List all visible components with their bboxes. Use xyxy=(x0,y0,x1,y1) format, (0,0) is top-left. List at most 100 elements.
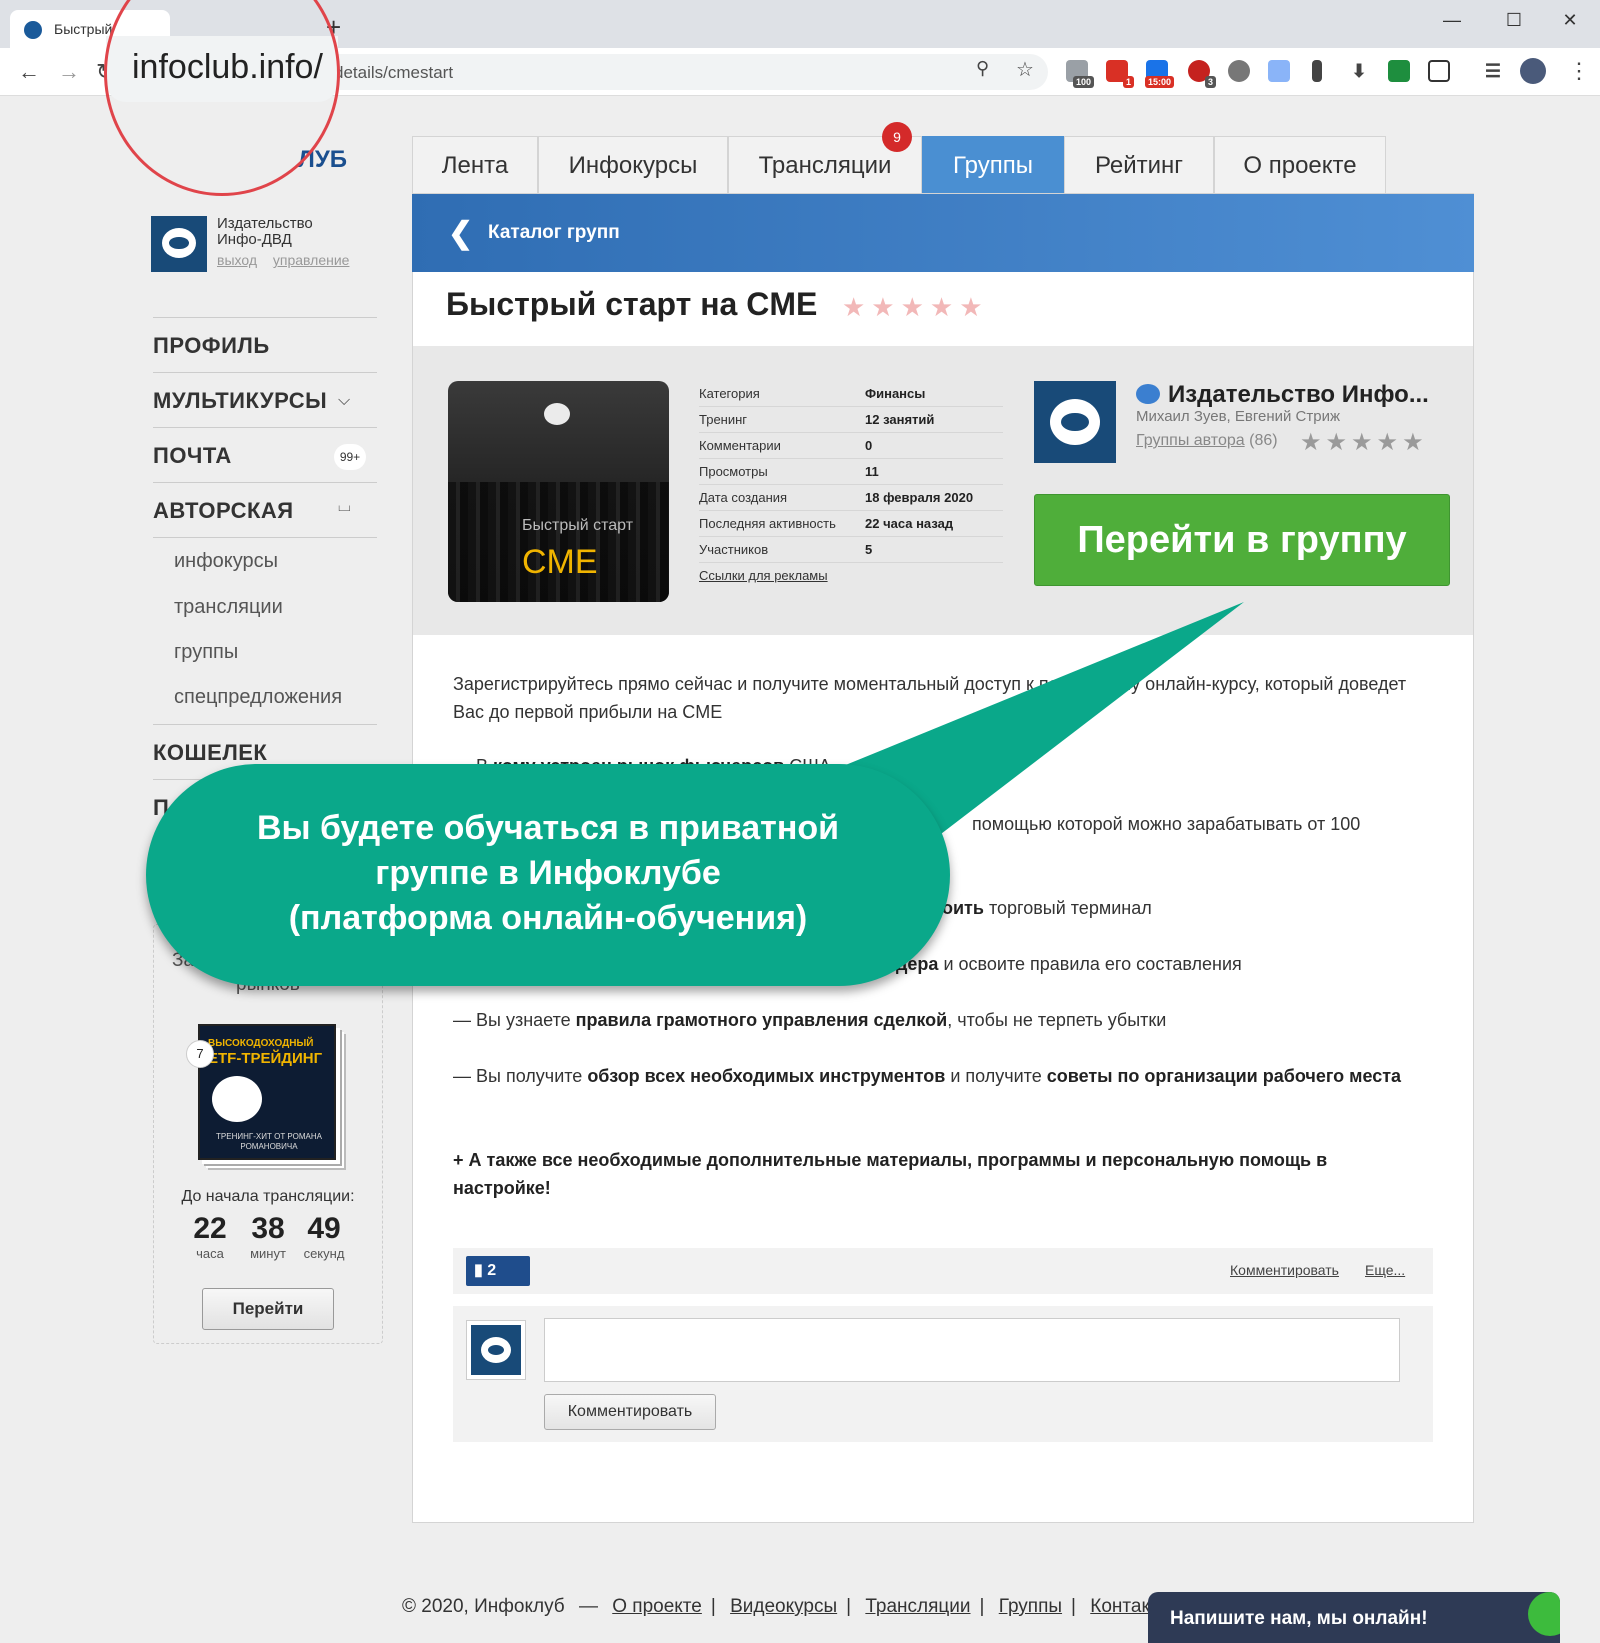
tab-rating[interactable]: Рейтинг xyxy=(1064,136,1214,194)
go-to-group-button[interactable]: Перейти в группу xyxy=(1034,494,1450,586)
back-chevron-icon[interactable]: ❮ xyxy=(448,216,473,251)
calendar-icon[interactable]: 15:00 xyxy=(1144,60,1174,88)
mail-count-badge: 99+ xyxy=(334,444,366,470)
list-item: помощью которой можно зарабатывать от 10… xyxy=(972,814,1361,834)
account-name: Издательство Инфо-ДВД xyxy=(217,215,313,248)
author-people: Михаил Зуев, Евгений Стриж xyxy=(1136,408,1341,425)
tab-infocourses[interactable]: Инфокурсы xyxy=(538,136,728,194)
profile-avatar[interactable] xyxy=(1520,58,1546,84)
address-url: details/cmestart xyxy=(334,63,454,82)
info-key: Категория xyxy=(699,386,760,401)
comment-submit-button[interactable]: Комментировать xyxy=(544,1394,716,1430)
more-link[interactable]: Еще... xyxy=(1365,1262,1405,1278)
stats-badge[interactable]: ▮ 2 xyxy=(466,1256,530,1286)
comment-input[interactable] xyxy=(544,1318,1400,1382)
catalog-link[interactable]: Каталог групп xyxy=(488,222,620,244)
account-avatar[interactable] xyxy=(151,216,207,272)
minimize-icon[interactable]: — xyxy=(1430,6,1474,34)
info-key: Последняя активность xyxy=(699,516,836,531)
list-item: — Вы узнаете правила грамотного управлен… xyxy=(453,1006,1419,1034)
forward-icon[interactable]: → xyxy=(58,58,80,86)
playlist-icon[interactable]: ☰ xyxy=(1482,60,1504,82)
promo-cover-line1: ВЫСОКОДОХОДНЫЙ xyxy=(208,1038,314,1049)
key-icon[interactable] xyxy=(1312,60,1322,82)
sidebar-sub-infocourses[interactable]: инфокурсы xyxy=(174,550,278,573)
footer-link-videocourses[interactable]: Видеокурсы xyxy=(730,1596,837,1617)
back-icon[interactable]: ← xyxy=(18,58,40,86)
author-name[interactable]: Издательство Инфо... xyxy=(1168,381,1488,409)
chat-widget[interactable]: Напишите нам, мы онлайн! xyxy=(1148,1592,1560,1643)
sidebar-sub-groups[interactable]: группы xyxy=(174,641,238,664)
extension-counter-icon[interactable]: 100 xyxy=(1066,60,1094,88)
footer-link-about[interactable]: О проекте xyxy=(612,1596,702,1617)
sidebar-sub-offers[interactable]: спецпредложения xyxy=(174,686,342,709)
download-icon[interactable]: ⬇ xyxy=(1348,60,1370,82)
divider xyxy=(153,724,377,725)
callout-line2: группе в Инфоклубе xyxy=(375,854,721,892)
divider xyxy=(153,537,377,538)
bar-chart-icon: ▮ xyxy=(474,1262,483,1279)
extension-shield-icon[interactable] xyxy=(1388,60,1410,82)
commenter-avatar xyxy=(466,1320,526,1380)
sidebar-sub-broadcasts[interactable]: трансляции xyxy=(174,596,283,619)
sidebar-item-mail[interactable]: ПОЧТА xyxy=(153,443,232,469)
favicon-icon xyxy=(24,21,42,39)
info-row: Дата создания 18 февраля 2020 xyxy=(699,485,1003,511)
maximize-icon[interactable]: ☐ xyxy=(1492,6,1536,34)
info-value: 11 xyxy=(865,464,879,479)
divider xyxy=(153,427,377,428)
footer-separator: | xyxy=(710,1596,716,1617)
author-groups: Группы автора (86) xyxy=(1136,432,1278,450)
browser-menu-icon[interactable]: ⋮ xyxy=(1568,58,1590,84)
ads-links[interactable]: Ссылки для рекламы xyxy=(699,568,828,583)
item-text: — Вы получите xyxy=(453,1066,583,1086)
sidebar-item-profile[interactable]: ПРОФИЛЬ xyxy=(153,333,270,359)
close-icon[interactable]: ✕ xyxy=(1548,6,1592,34)
zoomed-url-text: infoclub.info/ xyxy=(132,48,323,86)
tab-groups[interactable]: Группы xyxy=(922,136,1064,194)
comment-link[interactable]: Комментировать xyxy=(1230,1262,1339,1278)
minutes-value: 38 xyxy=(251,1212,285,1245)
info-row: Просмотры 11 xyxy=(699,459,1003,485)
info-row: Участников 5 xyxy=(699,537,1003,563)
gmail-icon[interactable]: 1 xyxy=(1106,60,1134,88)
list-item: дера и освоите правила его составления xyxy=(896,950,1422,978)
footer-copyright: © 2020, Инфоклуб xyxy=(402,1596,565,1617)
author-groups-link[interactable]: Группы автора xyxy=(1136,432,1245,449)
chevron-up-icon[interactable]: ⌴ xyxy=(338,498,351,516)
sidebar-item-wallet[interactable]: КОШЕЛЕК xyxy=(153,740,267,766)
extension-cast-icon[interactable] xyxy=(1268,60,1290,82)
intro-text: Зарегистрируйтесь прямо сейчас и получит… xyxy=(453,674,1407,722)
sidebar-item-multicourses[interactable]: МУЛЬТИКУРСЫ xyxy=(153,388,327,414)
manage-link[interactable]: управление xyxy=(273,252,350,268)
promo-number-badge: 7 xyxy=(186,1040,214,1068)
author-groups-count: (86) xyxy=(1249,432,1278,449)
promo-go-button[interactable]: Перейти xyxy=(202,1288,334,1330)
chevron-down-icon[interactable]: ⌵ xyxy=(338,392,350,410)
rating-stars[interactable]: ★★★★★ xyxy=(842,292,989,323)
owl-logo-icon xyxy=(481,1337,511,1363)
info-value: 18 февраля 2020 xyxy=(865,490,974,505)
author-avatar[interactable] xyxy=(1034,381,1116,463)
footer-link-groups[interactable]: Группы xyxy=(999,1596,1062,1617)
promo-cover-line3: ТРЕНИНГ-ХИТ ОТ РОМАНА РОМАНОВИЧА xyxy=(216,1132,322,1151)
chat-text: Напишите нам, мы онлайн! xyxy=(1170,1608,1428,1629)
owl-logo-icon xyxy=(544,403,570,425)
owl-logo-icon xyxy=(1050,399,1100,445)
adblock-icon[interactable]: 3 xyxy=(1188,60,1216,88)
footer-link-broadcasts[interactable]: Трансляции xyxy=(865,1596,970,1617)
promo-cover-line2: ETF-ТРЕЙДИНГ xyxy=(208,1050,323,1067)
logout-link[interactable]: выход xyxy=(217,252,257,268)
countdown-label: До начала трансляции: xyxy=(181,1188,355,1205)
zoom-icon[interactable]: ⚲ xyxy=(976,58,989,79)
tab-about[interactable]: О проекте xyxy=(1214,136,1386,194)
extension-window-icon[interactable] xyxy=(1428,60,1450,82)
extension-globe-icon[interactable] xyxy=(1228,60,1250,82)
cover-line1: Быстрый старт xyxy=(522,517,634,534)
info-key: Комментарии xyxy=(699,438,781,453)
sidebar-item-author[interactable]: АВТОРСКАЯ xyxy=(153,498,294,524)
hours-value: 22 xyxy=(193,1212,227,1245)
promo-cover-image[interactable]: ВЫСОКОДОХОДНЫЙ ETF-ТРЕЙДИНГ ТРЕНИНГ-ХИТ … xyxy=(198,1024,336,1160)
bookmark-star-icon[interactable]: ☆ xyxy=(1016,57,1034,82)
tab-feed[interactable]: Лента xyxy=(412,136,538,194)
